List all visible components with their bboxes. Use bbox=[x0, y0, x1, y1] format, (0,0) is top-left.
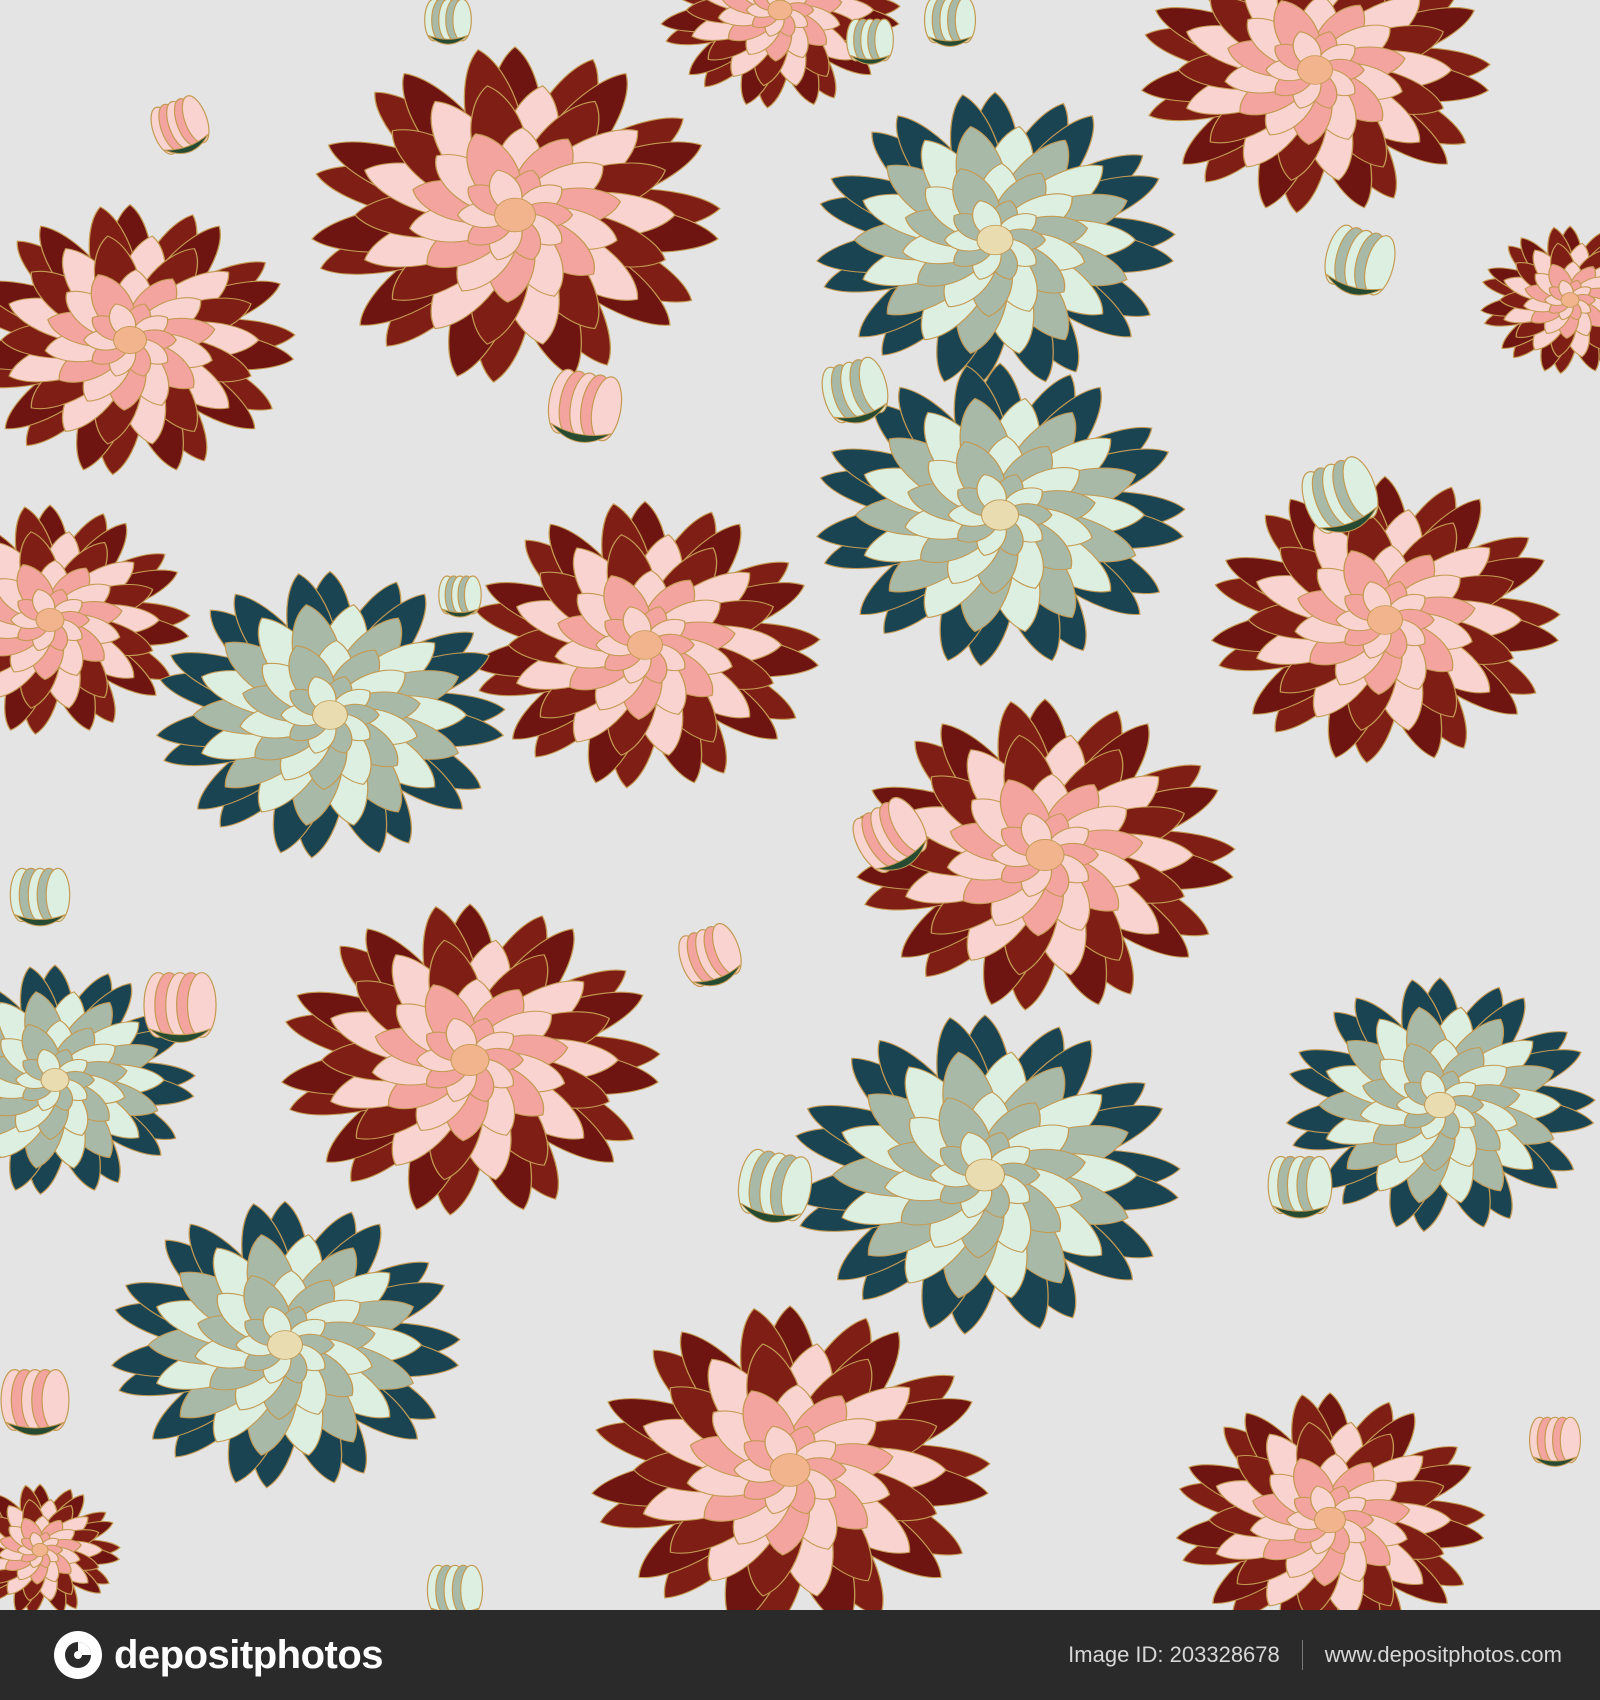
footer-bar: depositphotos Image ID: 203328678 www.de… bbox=[0, 1610, 1600, 1700]
image-id: Image ID: 203328678 bbox=[1068, 1642, 1280, 1667]
camera-aperture-icon bbox=[54, 1631, 102, 1679]
chrysanthemum-bud-17 bbox=[426, 1564, 484, 1610]
chrysanthemum-bud-16 bbox=[0, 1368, 70, 1436]
chrysanthemum-bud-5 bbox=[424, 0, 472, 45]
chrysanthemum-bud-15 bbox=[1267, 1155, 1333, 1219]
floral-pattern bbox=[0, 0, 1600, 1610]
brand-logo[interactable]: depositphotos bbox=[52, 1629, 384, 1681]
pattern-canvas bbox=[0, 0, 1600, 1610]
chrysanthemum-bud-9 bbox=[438, 575, 482, 618]
meta-divider bbox=[1301, 1640, 1303, 1670]
chrysanthemum-bud-12 bbox=[143, 972, 217, 1043]
brand-name: depositphotos bbox=[114, 1633, 384, 1677]
chrysanthemum-bud-3 bbox=[846, 18, 894, 65]
chrysanthemum-bud-18 bbox=[1528, 1416, 1582, 1467]
website-link[interactable]: www.depositphotos.com bbox=[1325, 1642, 1562, 1668]
image-meta: Image ID: 203328678 www.depositphotos.co… bbox=[1068, 1610, 1562, 1700]
chrysanthemum-bud-13 bbox=[9, 867, 71, 927]
chrysanthemum-bud-4 bbox=[923, 0, 977, 47]
